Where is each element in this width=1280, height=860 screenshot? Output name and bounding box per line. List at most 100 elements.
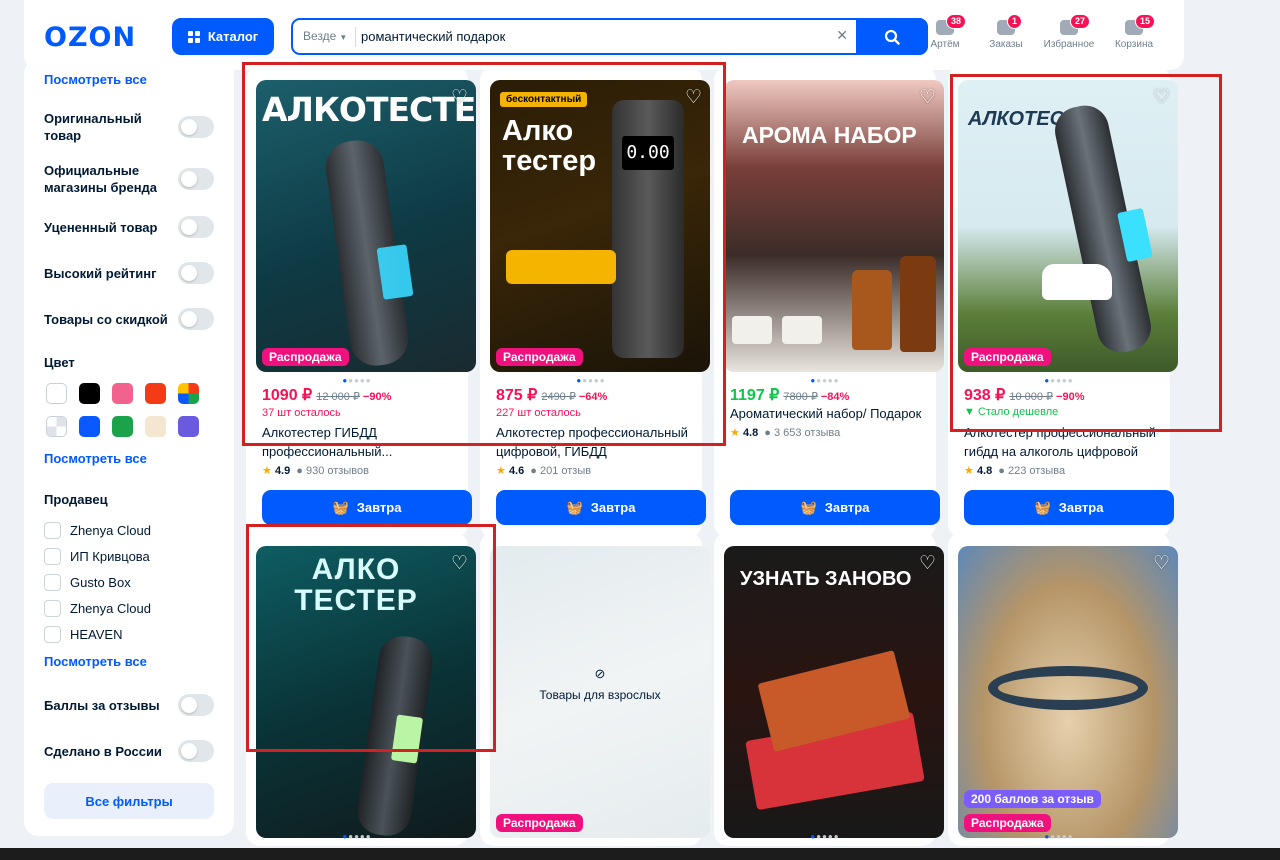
seller-label: ИП Кривцова [70,549,150,564]
toggle-switch[interactable] [178,116,214,138]
rating-value: 4.8 [976,465,993,477]
filter-made-in-russia[interactable]: Сделано в России [44,740,216,762]
filter-review-points[interactable]: Баллы за отзывы [44,694,216,716]
color-red-swatch[interactable] [145,383,166,404]
orders-label: Заказы [989,39,1023,50]
color-black-swatch[interactable] [79,383,100,404]
add-to-cart-button[interactable]: 🧺 Завтра [262,490,472,525]
search-bar[interactable]: Везде ▼ романтический подарок ✕ [291,18,928,55]
seller-option[interactable]: Gusto Box [44,574,131,591]
product-title[interactable]: Ароматический набор/ Подарок [730,404,938,423]
seller-label: Zhenya Cloud [70,523,151,538]
catalog-label: Каталог [207,29,259,44]
filter-discounted[interactable]: Уцененный товар [44,216,216,238]
search-icon [884,29,900,45]
product-card[interactable]: УЗНАТЬ ЗАНОВО ♡ ●●●●● [714,532,944,846]
sale-badge: Распродажа [496,814,583,832]
checkbox[interactable] [44,548,61,565]
cart-badge: 15 [1135,14,1156,29]
color-beige-swatch[interactable] [145,416,166,437]
clear-icon[interactable]: ✕ [836,27,848,44]
filter-high-rating[interactable]: Высокий рейтинг [44,262,216,284]
see-all-colors-link[interactable]: Посмотреть все [44,451,147,466]
toggle-switch[interactable] [178,216,214,238]
toggle-switch[interactable] [178,694,214,716]
add-to-cart-button[interactable]: 🧺 Завтра [964,490,1174,525]
chevron-down-icon: ▼ [339,33,348,42]
favorites-link[interactable]: 27 Избранное [1039,14,1099,50]
diffuser-bottle-graphic [900,256,936,352]
see-all-sellers-link[interactable]: Посмотреть все [44,654,147,669]
checkbox[interactable] [44,574,61,591]
current-price: 1197 ₽ [730,387,780,404]
delivery-label: Завтра [824,500,870,515]
rating: ★ 4.8 ● 3 653 отзыва [730,426,840,439]
filter-original[interactable]: Оригинальный товар [44,110,216,144]
color-purple-swatch[interactable] [178,416,199,437]
color-white-swatch[interactable] [46,383,67,404]
catalog-button[interactable]: Каталог [172,18,274,55]
heart-icon[interactable]: ♡ [919,552,936,575]
seller-option[interactable]: ИП Кривцова [44,548,150,565]
filter-label: Баллы за отзывы [44,698,160,713]
orders-link[interactable]: 1 Заказы [976,14,1036,50]
candle-graphic [732,316,772,344]
candle-graphic [782,316,822,344]
product-card[interactable]: ♡ 200 баллов за отзыв Распродажа ●●●●● [948,532,1178,846]
image-caption: УЗНАТЬ ЗАНОВО [740,568,912,590]
search-scope-select[interactable]: Везде ▼ [303,29,347,43]
filters-sidebar: Посмотреть все Оригинальный товар Официа… [24,60,234,836]
seller-option[interactable]: Zhenya Cloud [44,600,151,617]
rating: ★ 4.9 ● 930 отзывов [262,464,369,477]
product-image[interactable]: УЗНАТЬ ЗАНОВО ♡ [724,546,944,838]
filter-label: Сделано в России [44,744,162,759]
filter-sale[interactable]: Товары со скидкой [44,308,216,330]
reviews-icon: ● [296,465,303,477]
product-card[interactable]: АРОМА НАБОР ♡ ●●●●● 1197 ₽7800 ₽ −84% Аро… [714,66,944,538]
search-divider [355,27,356,47]
see-all-link[interactable]: Посмотреть все [44,72,147,87]
checkbox[interactable] [44,626,61,643]
adult-label-block: ⊘ Товары для взрослых [490,666,710,702]
filter-label: Уцененный товар [44,220,158,235]
adult-content-placeholder[interactable]: ⊘ Товары для взрослых Распродажа [490,546,710,838]
heart-icon[interactable]: ♡ [1153,552,1170,575]
cart-link[interactable]: 15 Корзина [1104,14,1164,50]
basket-icon: 🧺 [800,499,817,515]
toggle-switch[interactable] [178,740,214,762]
seller-label: Gusto Box [70,575,131,590]
search-input[interactable]: романтический подарок [361,29,505,44]
filter-official-stores[interactable]: Официальные магазины бренда [44,162,216,196]
color-transparent-swatch[interactable] [46,416,67,437]
product-image[interactable]: АРОМА НАБОР ♡ [724,80,944,372]
toggle-switch[interactable] [178,262,214,284]
toggle-switch[interactable] [178,308,214,330]
add-to-cart-button[interactable]: 🧺 Завтра [730,490,940,525]
heart-icon[interactable]: ♡ [919,86,936,109]
seller-label: HEAVEN [70,627,123,642]
checkbox[interactable] [44,600,61,617]
filter-label: Официальные магазины бренда [44,163,158,195]
profile-link[interactable]: 38 Артём [915,14,975,50]
delivery-label: Завтра [356,500,402,515]
color-blue-swatch[interactable] [79,416,100,437]
product-image[interactable]: ♡ 200 баллов за отзыв Распродажа [958,546,1178,838]
checkbox[interactable] [44,522,61,539]
seller-option[interactable]: Zhenya Cloud [44,522,151,539]
review-count: 3 653 отзыва [773,427,841,439]
add-to-cart-button[interactable]: 🧺 Завтра [496,490,706,525]
seller-option[interactable]: HEAVEN [44,626,123,643]
star-icon: ★ [964,465,974,477]
color-heading: Цвет [44,355,75,370]
basket-icon: 🧺 [332,499,349,515]
ozon-logo[interactable]: OZON [44,22,136,53]
color-pink-swatch[interactable] [112,383,133,404]
product-card[interactable]: ⊘ Товары для взрослых Распродажа [480,532,710,846]
color-multi-swatch[interactable] [178,383,199,404]
toggle-switch[interactable] [178,168,214,190]
color-green-swatch[interactable] [112,416,133,437]
os-taskbar [0,848,1280,860]
all-filters-button[interactable]: Все фильтры [44,783,214,819]
review-points-badge: 200 баллов за отзыв [964,790,1101,808]
adult-label: Товары для взрослых [539,688,661,702]
